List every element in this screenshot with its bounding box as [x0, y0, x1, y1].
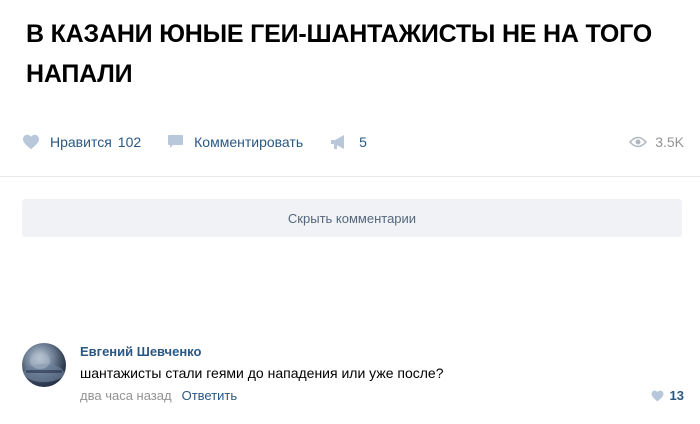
like-button[interactable]: Нравится 102	[22, 134, 141, 150]
share-count: 5	[359, 134, 367, 150]
hide-comments-button[interactable]: Скрыть комментарии	[22, 199, 682, 237]
divider	[0, 176, 700, 177]
comment-text: шантажисты стали геями до нападения или …	[80, 365, 444, 381]
comment-label: Комментировать	[194, 134, 304, 150]
share-button[interactable]: 5	[329, 134, 367, 150]
eye-icon	[629, 136, 648, 148]
avatar[interactable]	[22, 343, 66, 387]
share-icon	[331, 135, 345, 149]
post-actions-bar: Нравится 102 Комментировать 5 3.5K	[22, 130, 684, 154]
comment-like-button[interactable]: 13	[651, 388, 684, 403]
comment-icon	[168, 135, 184, 148]
comment-like-count: 13	[669, 388, 684, 403]
like-label: Нравится	[50, 134, 112, 150]
comment-time[interactable]: два часа назад	[80, 388, 172, 403]
comment-button[interactable]: Комментировать	[167, 134, 303, 150]
comment-meta: два часа назад Ответить	[80, 388, 237, 403]
heart-icon	[651, 390, 663, 401]
views-counter: 3.5K	[629, 130, 684, 154]
like-count: 102	[117, 134, 142, 150]
heart-icon	[23, 134, 39, 150]
comment-item: Евгений Шевченко шантажисты стали геями …	[22, 343, 684, 409]
reply-button[interactable]: Ответить	[182, 388, 238, 403]
views-count: 3.5K	[655, 134, 684, 150]
comment-author[interactable]: Евгений Шевченко	[80, 344, 201, 359]
post-headline: В КАЗАНИ ЮНЫЕ ГЕИ-ШАНТАЖИСТЫ НЕ НА ТОГО …	[26, 20, 653, 88]
